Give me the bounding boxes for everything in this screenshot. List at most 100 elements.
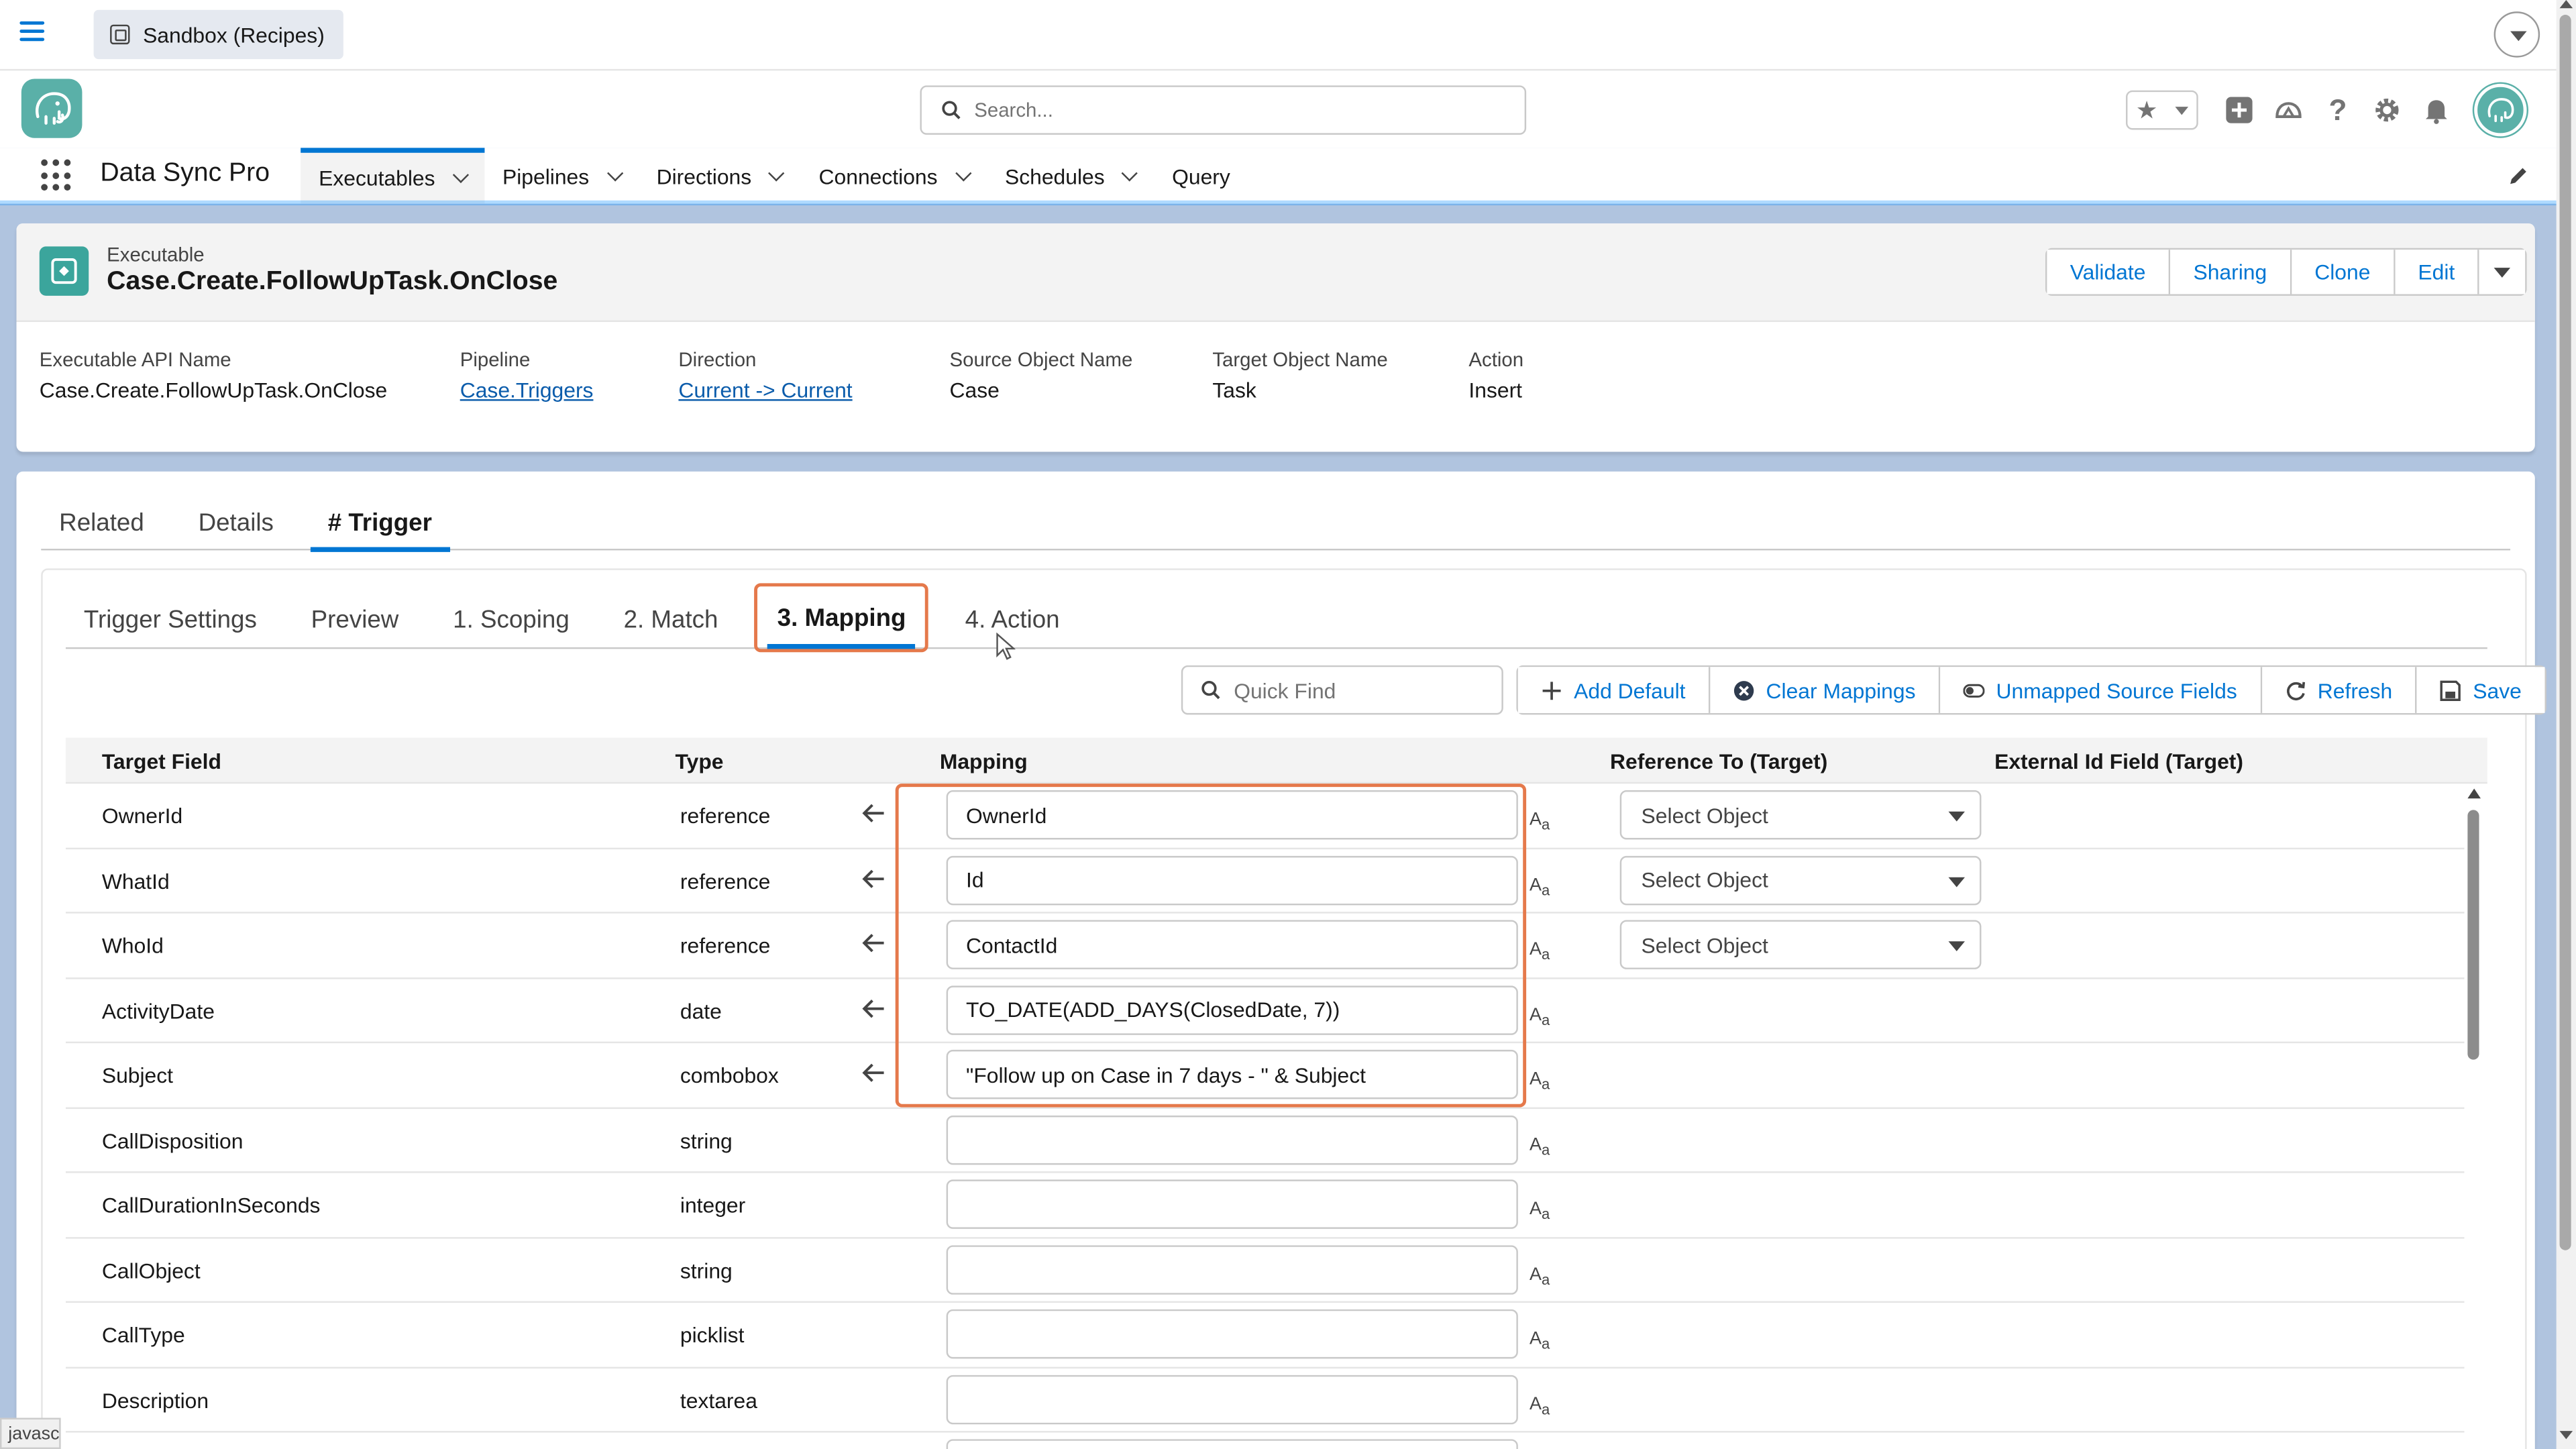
subtab-preview[interactable]: Preview [293, 590, 417, 649]
validate-button[interactable]: Validate [2047, 250, 2171, 294]
bell-icon[interactable] [2418, 92, 2455, 128]
trailhead-icon[interactable] [2271, 92, 2307, 128]
trigger-panel: Trigger Settings Preview 1. Scoping 2. M… [41, 568, 2546, 1449]
field-value: Case.Create.FollowUpTask.OnClose [39, 378, 388, 403]
reference-object-select[interactable]: Select Object [1619, 920, 1982, 969]
direction-link[interactable]: Current -> Current [678, 378, 852, 402]
arrow-left-icon [862, 998, 884, 1018]
mapping-input[interactable] [946, 920, 1518, 969]
tab-trigger[interactable]: # Trigger [309, 494, 451, 552]
mapping-input[interactable] [946, 1049, 1518, 1099]
target-field-cell: ActivityDate [101, 998, 215, 1023]
table-scrollbar[interactable] [2467, 788, 2481, 1446]
mapping-input[interactable] [946, 1439, 1518, 1449]
nav-accent-bar [0, 200, 2576, 206]
nav-tab-query[interactable]: Query [1154, 148, 1248, 203]
mapping-input[interactable] [946, 1114, 1518, 1165]
type-cell: string [680, 1128, 733, 1152]
help-icon[interactable]: ? [2320, 92, 2356, 128]
field-pipeline: Pipeline Case.Triggers [460, 348, 594, 402]
text-format-icon[interactable]: Aa [1529, 940, 1550, 963]
mapping-input[interactable] [946, 1309, 1518, 1359]
chevron-down-icon[interactable] [606, 164, 623, 181]
more-actions-button[interactable] [2479, 250, 2526, 294]
chevron-down-icon[interactable] [955, 164, 971, 181]
target-field-cell: Description [101, 1387, 209, 1412]
col-external-id[interactable]: External Id Field (Target) [1994, 749, 2243, 774]
mapping-input[interactable] [946, 1244, 1518, 1294]
tab-related[interactable]: Related [41, 494, 162, 550]
col-reference[interactable]: Reference To (Target) [1610, 749, 1827, 774]
col-target-field[interactable]: Target Field [102, 749, 221, 774]
clear-icon [1733, 680, 1755, 701]
save-button[interactable]: Save [2417, 667, 2545, 713]
app-launcher-icon[interactable] [41, 159, 74, 193]
sandbox-badge[interactable]: Sandbox (Recipes) [93, 9, 343, 60]
add-icon[interactable] [2221, 92, 2257, 128]
nav-tab-executables[interactable]: Executables [301, 148, 485, 204]
window-scrollbar[interactable] [2556, 0, 2576, 1449]
nav-tab-schedules[interactable]: Schedules [987, 148, 1154, 203]
text-format-icon[interactable]: Aa [1529, 1394, 1550, 1417]
target-field-cell: CallObject [101, 1257, 201, 1283]
reference-object-select[interactable]: Select Object [1619, 855, 1982, 905]
menu-icon[interactable] [19, 21, 45, 44]
text-format-icon[interactable]: Aa [1529, 1199, 1550, 1222]
window-scroll-thumb[interactable] [2559, 15, 2571, 1250]
subtab-mapping[interactable]: 3. Mapping [754, 583, 929, 653]
text-format-icon[interactable]: Aa [1529, 1069, 1550, 1092]
text-format-icon[interactable]: Aa [1529, 1265, 1550, 1287]
chevron-down-icon[interactable] [768, 164, 786, 181]
quick-find-input[interactable] [1234, 678, 1481, 702]
text-format-icon[interactable]: Aa [1529, 1005, 1550, 1028]
reference-object-select[interactable]: Select Object [1619, 790, 1982, 840]
quick-find[interactable] [1181, 665, 1503, 715]
favorites-button[interactable]: ★ [2126, 90, 2198, 130]
mapping-input[interactable] [946, 1179, 1518, 1229]
subtab-scoping[interactable]: 1. Scoping [435, 590, 587, 649]
text-format-icon[interactable]: Aa [1529, 1329, 1550, 1352]
table-row: CallObject string Aa [65, 1238, 2465, 1303]
nav-tab-directions[interactable]: Directions [639, 148, 801, 203]
sharing-button[interactable]: Sharing [2170, 250, 2292, 294]
user-avatar[interactable] [2474, 83, 2527, 137]
chevron-down-icon[interactable] [452, 166, 469, 183]
scroll-down-icon[interactable] [2559, 1431, 2573, 1440]
scroll-up-icon[interactable] [2467, 788, 2481, 799]
global-search[interactable] [920, 85, 1527, 135]
mapping-input[interactable] [946, 1374, 1518, 1424]
chevron-down-icon[interactable] [1122, 164, 1138, 181]
select-placeholder: Select Object [1641, 932, 1768, 957]
mapping-actions: Add Default Clear Mappings Unmapped Sour… [1516, 665, 2546, 715]
mapping-input[interactable] [946, 985, 1518, 1034]
scroll-up-icon[interactable] [2559, 0, 2573, 9]
edit-button[interactable]: Edit [2395, 250, 2480, 294]
gear-icon[interactable] [2369, 92, 2405, 128]
text-format-icon[interactable]: Aa [1529, 810, 1550, 833]
refresh-button[interactable]: Refresh [2261, 667, 2418, 713]
add-default-button[interactable]: Add Default [1517, 667, 1711, 713]
tab-details[interactable]: Details [180, 494, 292, 550]
col-mapping[interactable]: Mapping [940, 749, 1028, 774]
field-label: Pipeline [460, 348, 531, 372]
field-value: Case [949, 378, 1000, 403]
edit-nav-icon[interactable] [2509, 166, 2528, 185]
nav-items: Executables Pipelines Directions Connect… [301, 148, 1248, 204]
nav-tab-connections[interactable]: Connections [801, 148, 987, 203]
mapping-input[interactable] [946, 855, 1518, 905]
text-format-icon[interactable]: Aa [1529, 875, 1550, 898]
clear-mappings-button[interactable]: Clear Mappings [1710, 667, 1941, 713]
app-logo[interactable] [21, 78, 83, 138]
subtab-trigger-settings[interactable]: Trigger Settings [66, 590, 275, 649]
top-dropdown-button[interactable] [2493, 11, 2540, 58]
text-format-icon[interactable]: Aa [1529, 1134, 1550, 1157]
clone-button[interactable]: Clone [2291, 250, 2396, 294]
pipeline-link[interactable]: Case.Triggers [460, 378, 594, 402]
unmapped-source-fields-button[interactable]: Unmapped Source Fields [1940, 667, 2262, 713]
nav-tab-pipelines[interactable]: Pipelines [484, 148, 639, 203]
subtab-match[interactable]: 2. Match [606, 590, 737, 649]
table-scroll-thumb[interactable] [2467, 810, 2479, 1060]
mapping-input[interactable] [946, 790, 1518, 840]
search-input[interactable] [974, 98, 1467, 122]
col-type[interactable]: Type [676, 749, 724, 774]
